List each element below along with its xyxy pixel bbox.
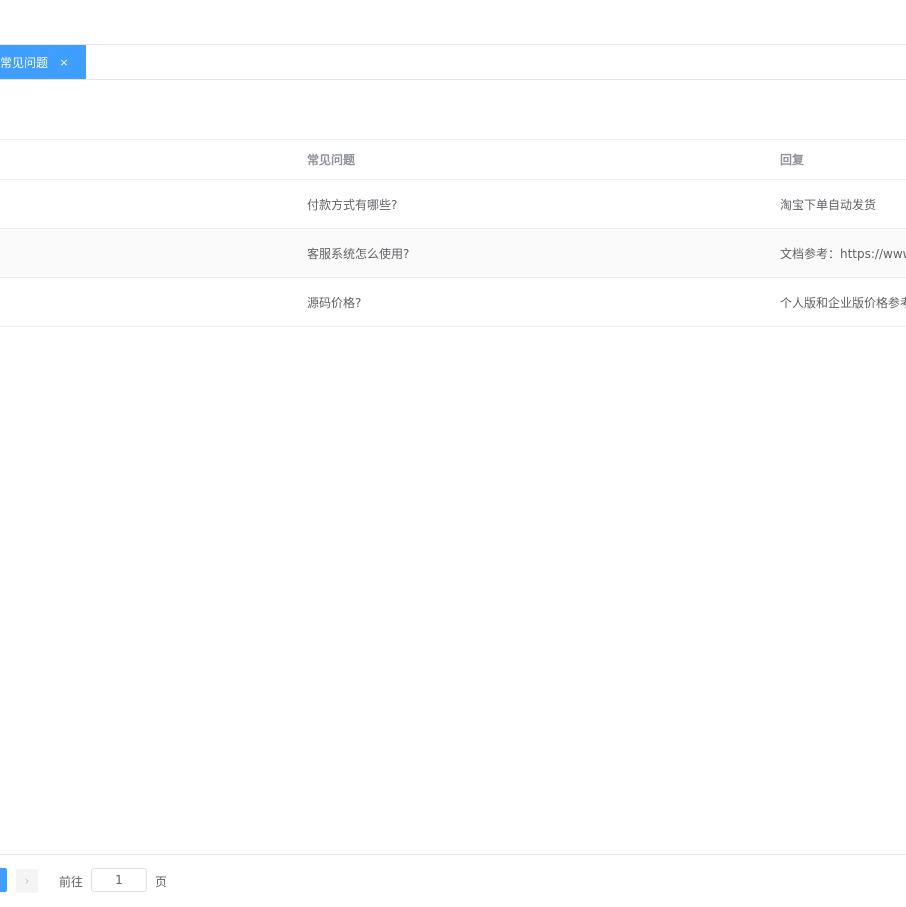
chevron-right-icon: ›	[24, 874, 30, 888]
current-page-button[interactable]	[0, 868, 7, 892]
top-header-bar	[0, 0, 906, 45]
question-cell: 付款方式有哪些?	[307, 197, 398, 212]
answer-cell: 淘宝下单自动发货	[780, 197, 877, 212]
question-cell: 源码价格?	[307, 295, 362, 310]
question-cell: 客服系统怎么使用?	[307, 246, 410, 261]
answer-cell: 个人版和企业版价格参考	[780, 295, 906, 310]
table-row[interactable]: 付款方式有哪些? 淘宝下单自动发货	[0, 180, 906, 229]
tab-faq[interactable]: 常见问题 ×	[0, 45, 86, 79]
tabs-bar: 常见问题 ×	[0, 45, 906, 80]
table-row[interactable]: 源码价格? 个人版和企业版价格参考	[0, 278, 906, 327]
answer-cell: 文档参考：https://www	[780, 246, 906, 261]
header-answer[interactable]: 回复	[780, 140, 906, 179]
table-row[interactable]: 客服系统怎么使用? 文档参考：https://www	[0, 229, 906, 278]
tab-label: 常见问题	[0, 55, 49, 70]
header-question[interactable]: 常见问题	[307, 140, 767, 179]
table-header: 常见问题 回复	[0, 140, 906, 180]
close-icon[interactable]: ×	[58, 57, 70, 68]
page-suffix-label: 页	[155, 874, 168, 889]
faq-table: 常见问题 回复 付款方式有哪些? 淘宝下单自动发货 客服系统怎么使用? 文档参考…	[0, 139, 906, 327]
next-page-button[interactable]: ›	[16, 869, 38, 893]
goto-label: 前往	[59, 874, 84, 889]
page-jump-input[interactable]	[91, 868, 147, 892]
